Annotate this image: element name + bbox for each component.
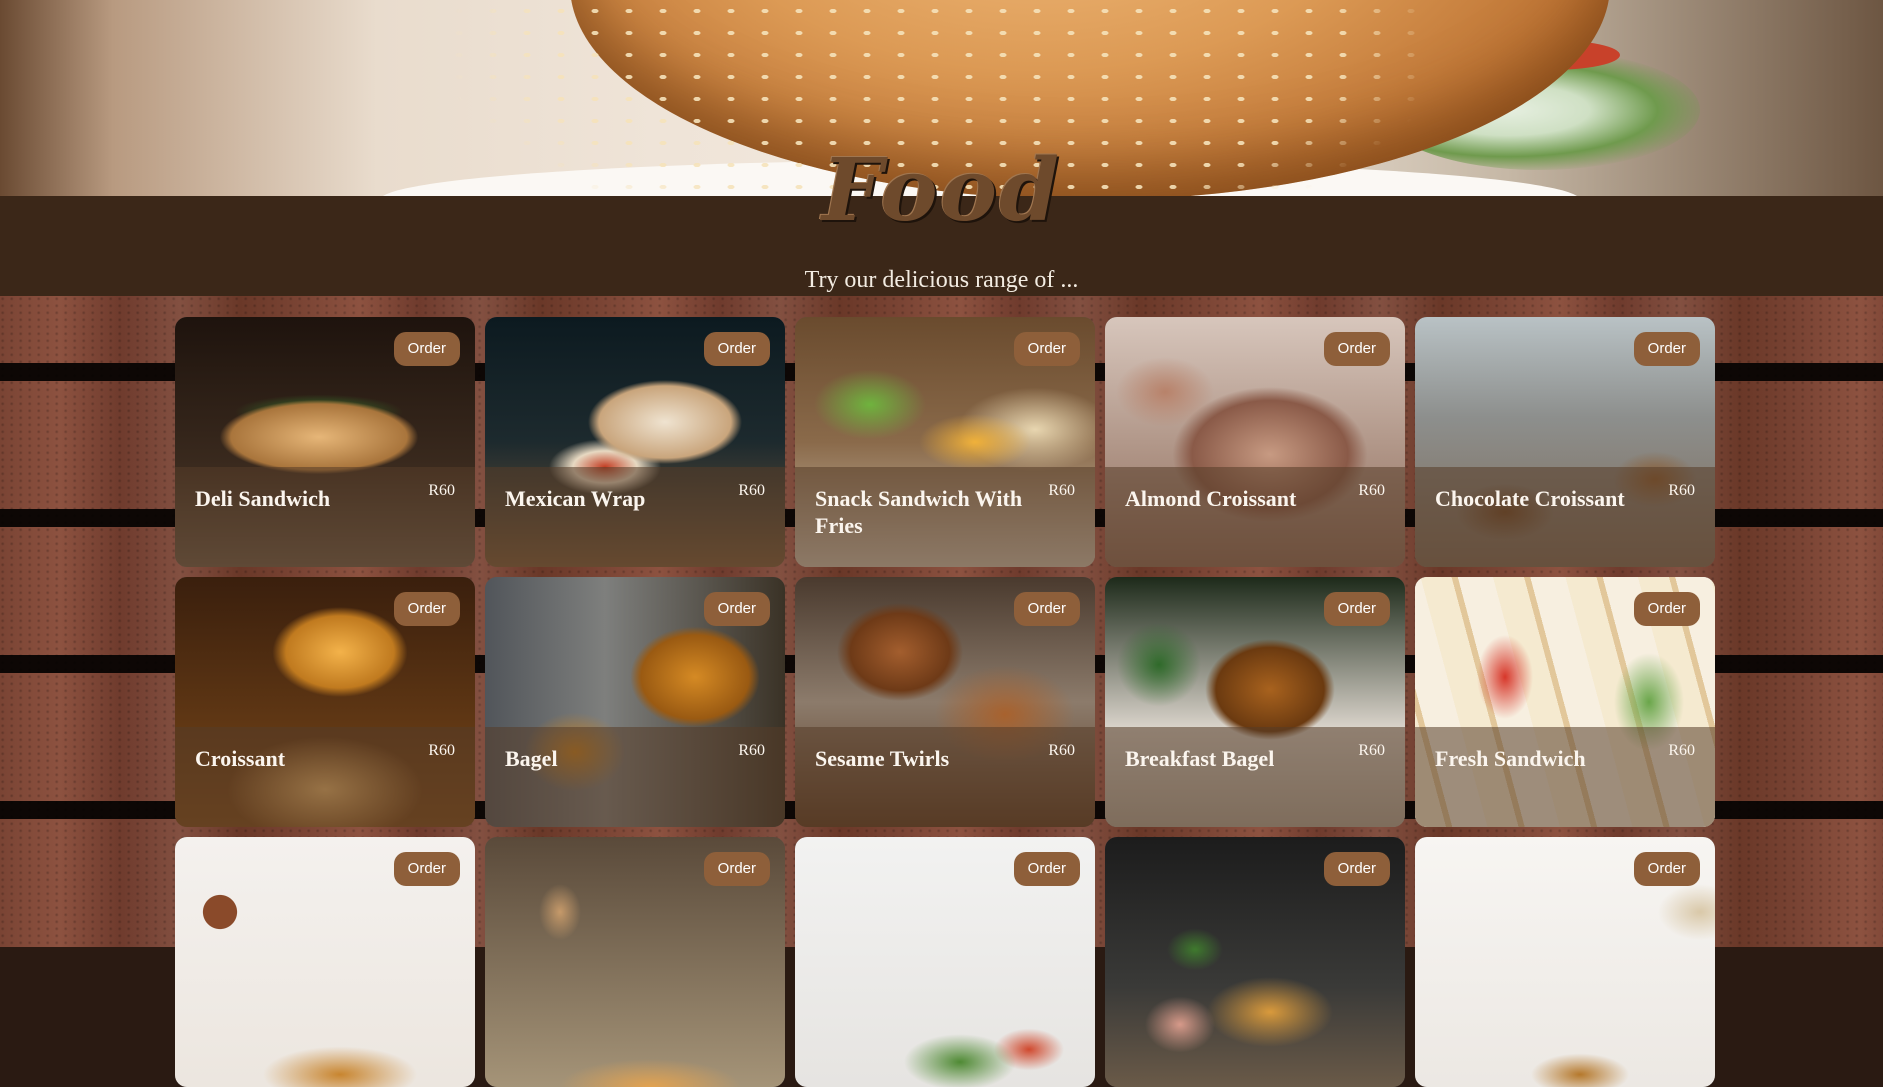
- menu-card: Almond Croissant R60 Order: [1105, 317, 1405, 567]
- item-name: Croissant: [195, 746, 286, 771]
- item-price: R60: [1668, 482, 1695, 499]
- menu-card: Order: [485, 837, 785, 1087]
- order-button[interactable]: Order: [1633, 592, 1700, 626]
- item-price: R60: [428, 742, 455, 759]
- menu-card: Deli Sandwich R60 Order: [175, 317, 475, 567]
- item-price: R60: [1048, 742, 1075, 759]
- order-button[interactable]: Order: [1323, 592, 1390, 626]
- order-button[interactable]: Order: [1013, 332, 1080, 366]
- menu-card: Order: [1415, 837, 1715, 1087]
- menu-card: Snack Sandwich With Fries R60 Order: [795, 317, 1095, 567]
- order-button[interactable]: Order: [393, 592, 460, 626]
- order-button[interactable]: Order: [393, 332, 460, 366]
- order-button[interactable]: Order: [1323, 852, 1390, 886]
- order-button[interactable]: Order: [1323, 332, 1390, 366]
- item-name: Deli Sandwich: [195, 486, 331, 511]
- order-button[interactable]: Order: [1633, 852, 1700, 886]
- order-button[interactable]: Order: [1013, 852, 1080, 886]
- order-button[interactable]: Order: [703, 852, 770, 886]
- menu-card: Croissant R60 Order: [175, 577, 475, 827]
- order-button[interactable]: Order: [703, 332, 770, 366]
- item-name: Chocolate Croissant: [1435, 486, 1625, 511]
- item-name: Sesame Twirls: [815, 746, 950, 771]
- menu-card: Order: [1105, 837, 1405, 1087]
- menu-grid: Deli Sandwich R60 Order Mexican Wrap R60 Ord…: [175, 317, 1715, 1087]
- order-button[interactable]: Order: [1013, 592, 1080, 626]
- item-price: R60: [1668, 742, 1695, 759]
- order-button[interactable]: Order: [393, 852, 460, 886]
- item-name: Mexican Wrap: [505, 486, 646, 511]
- item-price: R60: [1358, 742, 1385, 759]
- item-price: R60: [738, 482, 765, 499]
- menu-card: Sesame Twirls R60 Order: [795, 577, 1095, 827]
- menu-card: Bagel R60 Order: [485, 577, 785, 827]
- item-name: Breakfast Bagel: [1125, 746, 1275, 771]
- item-price: R60: [1048, 482, 1075, 499]
- page-subtitle: Try our delicious range of ...: [804, 267, 1079, 293]
- menu-card: Order: [795, 837, 1095, 1087]
- item-name: Almond Croissant: [1125, 486, 1297, 511]
- order-button[interactable]: Order: [703, 592, 770, 626]
- item-price: R60: [738, 742, 765, 759]
- menu-card: Mexican Wrap R60 Order: [485, 317, 785, 567]
- item-price: R60: [1358, 482, 1385, 499]
- menu-card: Fresh Sandwich R60 Order: [1415, 577, 1715, 827]
- menu-card: Chocolate Croissant R60 Order: [1415, 317, 1715, 567]
- item-price: R60: [428, 482, 455, 499]
- page-title: Food: [821, 140, 1062, 241]
- item-name: Snack Sandwich With Fries: [815, 486, 1023, 538]
- order-button[interactable]: Order: [1633, 332, 1700, 366]
- menu-card: Breakfast Bagel R60 Order: [1105, 577, 1405, 827]
- menu-card: Order: [175, 837, 475, 1087]
- item-name: Bagel: [505, 746, 558, 771]
- item-name: Fresh Sandwich: [1435, 746, 1586, 771]
